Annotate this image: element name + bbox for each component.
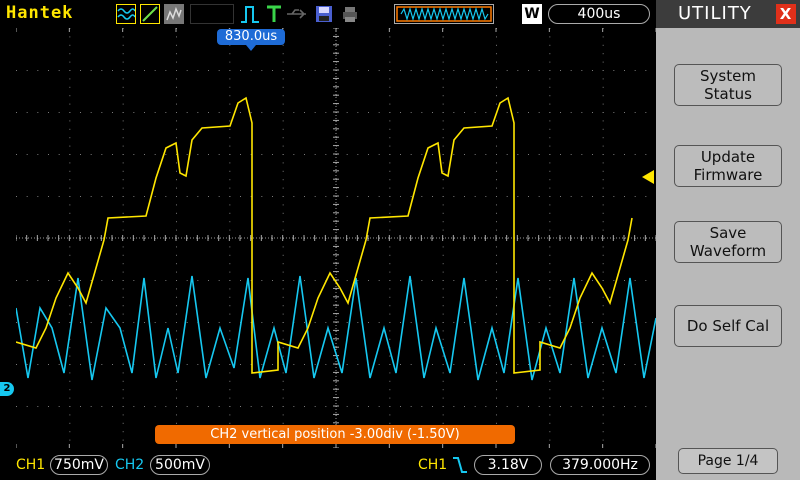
save-disk-icon[interactable] [314, 4, 334, 24]
usb-icon [286, 4, 306, 24]
close-icon[interactable]: X [776, 4, 796, 24]
frequency-readout: 379.000Hz [550, 455, 650, 475]
ch1-label: CH1 [16, 457, 46, 473]
system-status-label-2: Status [704, 85, 752, 103]
utility-menu: UTILITY X System Status Update Firmware … [656, 0, 800, 480]
ch1-scale[interactable]: 750mV [50, 455, 108, 475]
trigger-source-label: CH1 [418, 457, 448, 473]
printer-icon[interactable] [340, 4, 360, 24]
acquire-mode-average-icon[interactable] [164, 4, 184, 24]
trigger-level-marker[interactable] [642, 170, 654, 184]
trigger-level-readout[interactable]: 3.18V [474, 455, 542, 475]
system-status-label-1: System [700, 67, 756, 85]
top-toolbar: Hantek W 400us [0, 0, 656, 28]
status-message: CH2 vertical position -3.00div (-1.50V) [155, 425, 515, 444]
window-zoom-icon[interactable]: W [522, 4, 542, 24]
spacer-box [190, 4, 234, 24]
save-waveform-label-2: Waveform [689, 242, 767, 260]
trigger-t-icon[interactable] [264, 4, 284, 24]
self-cal-button[interactable]: Do Self Cal [674, 305, 782, 347]
trigger-position-marker[interactable]: 830.0us [217, 29, 285, 45]
trigger-falling-edge-icon [452, 455, 468, 479]
ch2-scale[interactable]: 500mV [150, 455, 210, 475]
trigger-position-pointer [246, 45, 256, 51]
waveform-plot [15, 27, 657, 449]
update-firmware-button[interactable]: Update Firmware [674, 145, 782, 187]
page-indicator-button[interactable]: Page 1/4 [678, 448, 778, 474]
ch1-waveform [15, 96, 633, 374]
bottom-status-bar: CH1 750mV CH2 500mV CH1 3.18V 379.000Hz [0, 448, 656, 480]
acquire-mode-normal-icon[interactable] [116, 4, 136, 24]
brand-logo: Hantek [6, 3, 74, 23]
save-waveform-label-1: Save [709, 224, 747, 242]
scope-display [15, 27, 657, 449]
acquire-mode-peak-icon[interactable] [140, 4, 160, 24]
menu-title: UTILITY [678, 3, 752, 24]
ch2-ground-marker[interactable]: 2 [0, 382, 14, 396]
self-cal-label: Do Self Cal [686, 317, 770, 335]
graticule-grid [15, 27, 657, 449]
trigger-edge-pulse-icon[interactable] [240, 4, 260, 24]
timebase-readout[interactable]: 400us [548, 4, 650, 24]
ch2-label: CH2 [115, 457, 145, 473]
update-firmware-label-1: Update [700, 148, 756, 166]
menu-title-bar: UTILITY X [656, 0, 800, 28]
system-status-button[interactable]: System Status [674, 64, 782, 106]
update-firmware-label-2: Firmware [693, 166, 763, 184]
save-waveform-button[interactable]: Save Waveform [674, 221, 782, 263]
waveform-memory-indicator [394, 4, 494, 24]
